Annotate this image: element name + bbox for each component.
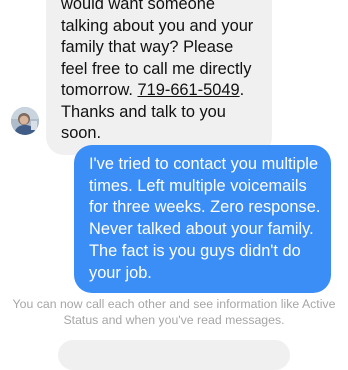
avatar[interactable] <box>11 107 39 135</box>
avatar-photo <box>11 107 39 135</box>
system-notice: You can now call each other and see info… <box>12 297 336 327</box>
incoming-message-bubble[interactable]: would want someone talking about you and… <box>46 0 272 155</box>
outgoing-message-text: I've tried to contact you multiple times… <box>89 155 321 282</box>
message-thread: would want someone talking about you and… <box>0 0 348 370</box>
next-message-bubble[interactable] <box>58 340 290 370</box>
phone-number-link[interactable]: 719-661-5049 <box>138 81 240 99</box>
outgoing-message-bubble[interactable]: I've tried to contact you multiple times… <box>74 145 331 294</box>
